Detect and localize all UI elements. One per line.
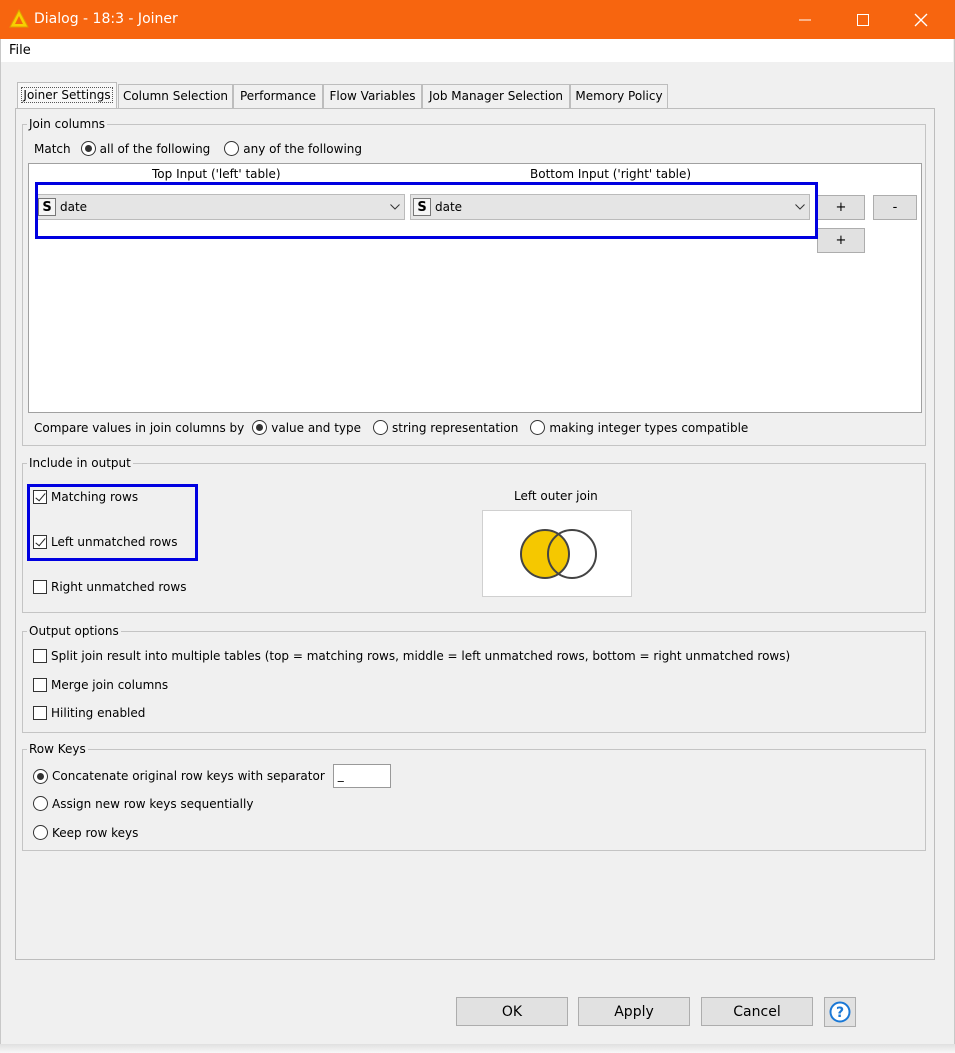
- tab-label: Joiner Settings: [21, 87, 113, 103]
- assign-new-label: Assign new row keys sequentially: [52, 796, 254, 811]
- keep-keys-radio[interactable]: [33, 825, 48, 840]
- match-row: Match all of the following any of the fo…: [34, 141, 362, 156]
- maximize-icon: [857, 13, 869, 26]
- output-options-legend: Output options: [29, 624, 119, 638]
- merge-checkbox[interactable]: [33, 678, 47, 692]
- right-unmatched-checkbox[interactable]: [33, 580, 47, 594]
- window-bottom-edge: [0, 1044, 955, 1053]
- join-venn-diagram: [482, 510, 632, 597]
- minimize-button[interactable]: [776, 0, 834, 39]
- split-label: Split join result into multiple tables (…: [51, 649, 791, 663]
- matching-rows-option[interactable]: Matching rows: [33, 490, 138, 504]
- compare-label: Compare values in join columns by: [34, 420, 245, 435]
- match-all-label: all of the following: [99, 141, 211, 156]
- separator-input[interactable]: _: [332, 764, 391, 788]
- maximize-button[interactable]: [834, 0, 892, 39]
- concatenate-label: Concatenate original row keys with separ…: [52, 769, 325, 783]
- title-bar: Dialog - 18:3 - Joiner: [0, 0, 955, 39]
- hiliting-label: Hiliting enabled: [51, 706, 146, 720]
- compare-string-label: string representation: [392, 420, 519, 435]
- include-output-legend: Include in output: [29, 456, 131, 470]
- compare-value-type-label: value and type: [271, 420, 362, 435]
- compare-value-type-radio[interactable]: [252, 420, 268, 435]
- right-unmatched-option[interactable]: Right unmatched rows: [33, 580, 186, 594]
- compare-row: Compare values in join columns by value …: [34, 420, 748, 435]
- matching-rows-checkbox[interactable]: [33, 490, 47, 504]
- close-icon: [914, 13, 928, 26]
- string-type-icon: S: [38, 198, 56, 216]
- concatenate-radio[interactable]: [33, 768, 48, 784]
- hiliting-option[interactable]: Hiliting enabled: [33, 706, 145, 720]
- chevron-down-icon: [386, 204, 404, 210]
- match-all-radio[interactable]: [80, 141, 96, 156]
- remove-row-button[interactable]: -: [873, 195, 917, 220]
- window-title: Dialog - 18:3 - Joiner: [34, 11, 178, 27]
- tab-performance[interactable]: Performance: [233, 84, 323, 108]
- merge-option[interactable]: Merge join columns: [33, 678, 168, 692]
- menu-bar: File: [0, 39, 953, 62]
- assign-new-option[interactable]: Assign new row keys sequentially: [33, 796, 253, 811]
- concatenate-option[interactable]: Concatenate original row keys with separ…: [33, 764, 391, 788]
- compare-string-radio[interactable]: [373, 420, 389, 435]
- left-outer-join-icon: [520, 529, 597, 579]
- close-button[interactable]: [892, 0, 950, 39]
- split-option[interactable]: Split join result into multiple tables (…: [33, 649, 790, 663]
- left-unmatched-option[interactable]: Left unmatched rows: [33, 535, 177, 549]
- keep-keys-option[interactable]: Keep row keys: [33, 825, 138, 840]
- split-checkbox[interactable]: [33, 649, 47, 663]
- join-type-label: Left outer join: [514, 489, 598, 503]
- minimize-icon: [799, 19, 811, 20]
- left-column-value: date: [60, 200, 88, 214]
- match-any-label: any of the following: [243, 141, 363, 156]
- row-keys-legend: Row Keys: [29, 742, 86, 756]
- right-unmatched-label: Right unmatched rows: [51, 580, 187, 594]
- add-row-below-button[interactable]: +: [817, 228, 865, 253]
- help-button[interactable]: ?: [824, 997, 856, 1027]
- tab-flow-variables[interactable]: Flow Variables: [323, 84, 422, 108]
- chevron-down-icon: [791, 204, 809, 210]
- left-unmatched-label: Left unmatched rows: [51, 535, 178, 549]
- tab-column-selection[interactable]: Column Selection: [118, 84, 233, 108]
- keep-keys-label: Keep row keys: [52, 825, 139, 840]
- right-column-value: date: [435, 200, 463, 214]
- join-columns-legend: Join columns: [29, 117, 106, 131]
- bottom-input-header: Bottom Input ('right' table): [530, 167, 692, 181]
- merge-label: Merge join columns: [51, 678, 169, 692]
- assign-new-radio[interactable]: [33, 796, 48, 811]
- left-column-select[interactable]: S date: [35, 194, 405, 220]
- left-circle: [520, 529, 570, 579]
- top-input-header: Top Input ('left' table): [152, 167, 281, 181]
- tab-job-manager-selection[interactable]: Job Manager Selection: [422, 84, 570, 108]
- cancel-button[interactable]: Cancel: [701, 997, 813, 1026]
- tab-joiner-settings[interactable]: Joiner Settings: [17, 82, 117, 109]
- add-row-button[interactable]: +: [817, 195, 865, 220]
- compare-integer-label: making integer types compatible: [549, 420, 749, 435]
- right-column-select[interactable]: S date: [410, 194, 810, 220]
- menu-file[interactable]: File: [9, 43, 31, 58]
- hiliting-checkbox[interactable]: [33, 706, 47, 720]
- apply-button[interactable]: Apply: [578, 997, 690, 1026]
- match-label: Match: [34, 141, 71, 156]
- compare-integer-radio[interactable]: [530, 420, 546, 435]
- question-icon: ?: [829, 1001, 851, 1023]
- match-any-radio[interactable]: [224, 141, 240, 156]
- knime-logo-icon: [9, 9, 29, 28]
- matching-rows-label: Matching rows: [51, 490, 139, 504]
- string-type-icon: S: [413, 198, 431, 216]
- left-unmatched-checkbox[interactable]: [33, 535, 47, 549]
- ok-button[interactable]: OK: [456, 997, 568, 1026]
- tab-memory-policy[interactable]: Memory Policy: [570, 84, 668, 108]
- svg-text:?: ?: [836, 1005, 844, 1021]
